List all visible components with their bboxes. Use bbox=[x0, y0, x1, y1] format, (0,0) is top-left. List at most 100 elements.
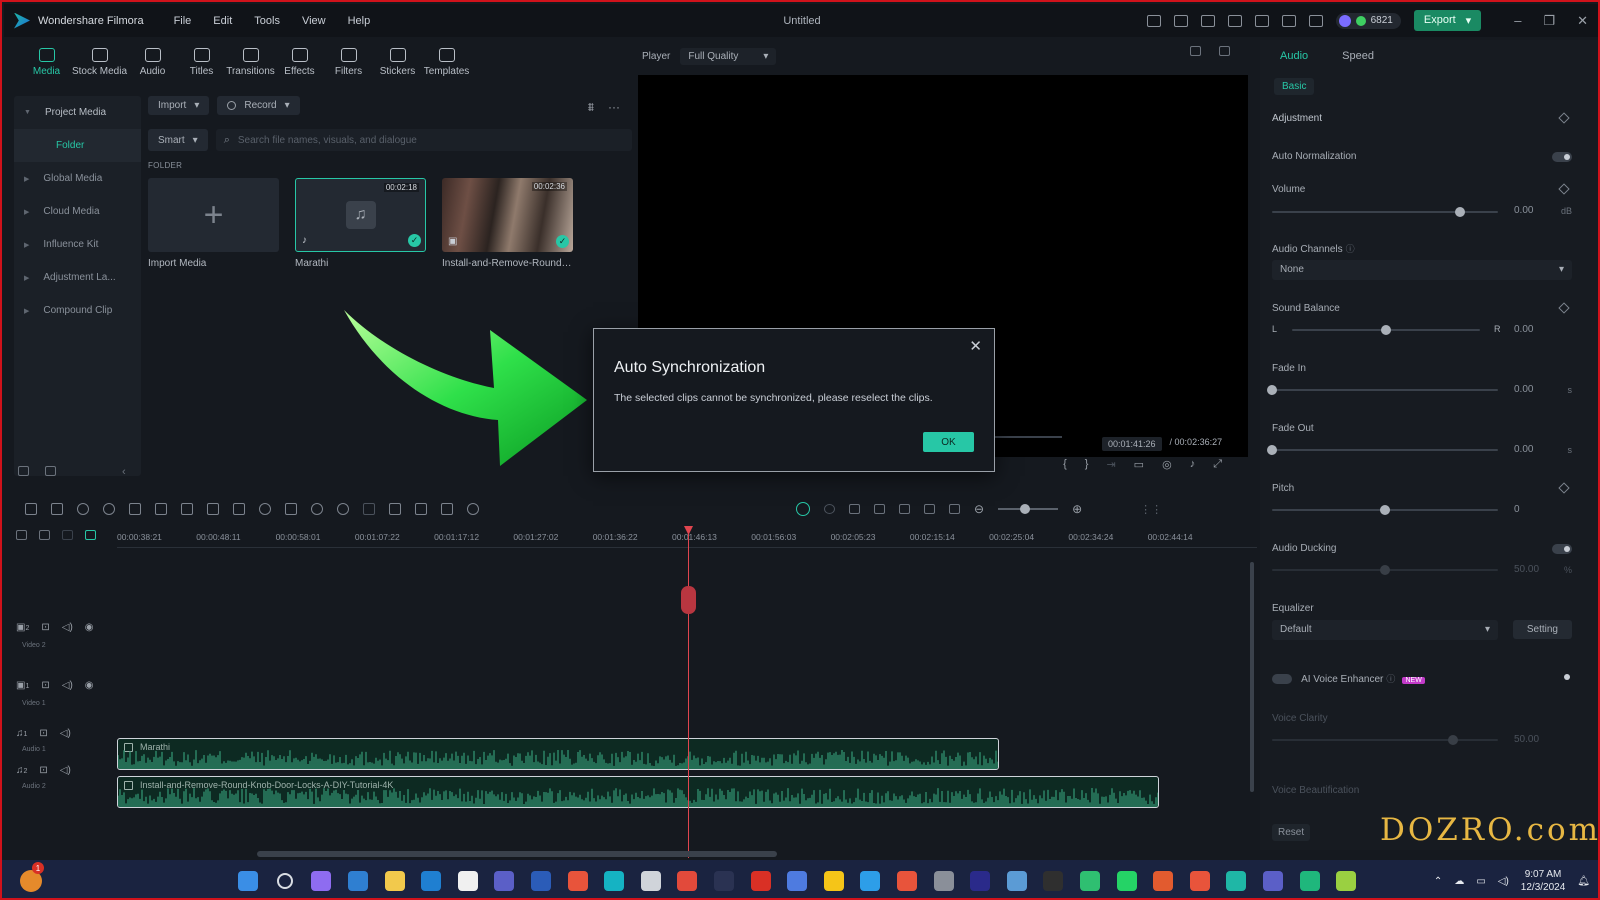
taskbar-app-icon[interactable] bbox=[779, 869, 816, 893]
sidebar-item-global-media[interactable]: ▶ Global Media bbox=[14, 162, 141, 195]
bell-icon[interactable]: 🔔︎ bbox=[1577, 876, 1590, 887]
split-icon[interactable] bbox=[148, 503, 174, 515]
text-tool-icon[interactable] bbox=[200, 503, 226, 515]
playhead-marker[interactable] bbox=[681, 586, 696, 614]
taskbar-app-icon[interactable] bbox=[340, 869, 377, 893]
timeline-ruler[interactable]: 00:00:38:21 00:00:48:11 00:00:58:01 00:01:0… bbox=[117, 530, 1257, 548]
volume-icon[interactable]: ◁) bbox=[1498, 876, 1509, 887]
slider-knob[interactable] bbox=[1381, 325, 1391, 335]
tab-filters[interactable]: Filters bbox=[324, 48, 373, 77]
menu-view[interactable]: View bbox=[302, 15, 326, 27]
keyframe-icon[interactable] bbox=[1558, 112, 1570, 124]
clock[interactable]: 9:07 AM 12/3/2024 bbox=[1521, 868, 1566, 894]
menu-edit[interactable]: Edit bbox=[213, 15, 232, 27]
tab-stock-media[interactable]: Stock Media bbox=[71, 48, 128, 77]
tasks-icon[interactable] bbox=[1173, 14, 1188, 27]
audio-ducking-toggle[interactable] bbox=[1552, 544, 1572, 554]
taskbar-app-icon[interactable] bbox=[486, 869, 523, 893]
sidebar-item-compound-clip[interactable]: ▶ Compound Clip bbox=[14, 294, 141, 327]
mark-out-icon[interactable]: } bbox=[1085, 458, 1089, 471]
ai-voice-toggle[interactable] bbox=[1272, 674, 1292, 685]
ok-button[interactable]: OK bbox=[923, 432, 974, 452]
credits-badge[interactable]: 6821 bbox=[1335, 12, 1401, 29]
taskbar-app-icon[interactable] bbox=[1291, 869, 1328, 893]
zoom-in-icon[interactable]: ⊕ bbox=[1072, 502, 1082, 516]
crop-icon[interactable] bbox=[226, 503, 252, 515]
audio-stretch-icon[interactable] bbox=[382, 503, 408, 515]
vertical-scrollbar[interactable] bbox=[1250, 562, 1254, 792]
taskbar-app-icon[interactable] bbox=[1108, 869, 1145, 893]
image-icon[interactable] bbox=[1219, 46, 1230, 56]
sidebar-item-project-media[interactable]: ▼ Project Media bbox=[14, 96, 141, 129]
equalizer-dropdown[interactable]: Default ▾ bbox=[1272, 620, 1498, 640]
tab-media[interactable]: Media bbox=[22, 48, 71, 77]
search-input[interactable] bbox=[237, 134, 598, 146]
sound-balance-slider[interactable] bbox=[1292, 325, 1480, 335]
keyframe-icon[interactable] bbox=[1558, 302, 1570, 314]
ai-tool-icon[interactable] bbox=[304, 503, 330, 515]
media-tile-install-video[interactable]: 00:02:36 ▣ ✓ Install-and-Remove-Round-..… bbox=[442, 178, 573, 269]
dialog-close-icon[interactable]: ✕ bbox=[969, 337, 982, 355]
taskbar-app-icon[interactable] bbox=[816, 869, 853, 893]
media-tile-marathi[interactable]: 00:02:18 ♫ ♪ ✓ Marathi bbox=[295, 178, 426, 269]
audio-thumb[interactable]: 00:02:18 ♫ ♪ ✓ bbox=[295, 178, 426, 252]
fade-out-value[interactable]: 0.00 bbox=[1514, 444, 1558, 455]
auto-sync-icon[interactable] bbox=[824, 504, 835, 514]
save-icon[interactable] bbox=[1227, 14, 1242, 27]
sidebar-item-cloud-media[interactable]: ▶ Cloud Media bbox=[14, 195, 141, 228]
lock-icon[interactable]: ⊡ bbox=[41, 680, 49, 691]
trim-icon[interactable] bbox=[174, 503, 200, 515]
undo-icon[interactable] bbox=[70, 503, 96, 515]
chevron-down-icon[interactable]: ▾ bbox=[1466, 14, 1472, 27]
tab-titles[interactable]: Titles bbox=[177, 48, 226, 77]
grid-view-icon[interactable] bbox=[1190, 46, 1201, 56]
sidebar-item-influence-kit[interactable]: ▶ Influence Kit bbox=[14, 228, 141, 261]
add-track-icon[interactable] bbox=[16, 530, 27, 540]
redo-icon[interactable] bbox=[96, 503, 122, 515]
link-track-icon[interactable] bbox=[62, 530, 73, 540]
layout-icon[interactable] bbox=[1200, 14, 1215, 27]
shield-icon[interactable] bbox=[849, 504, 860, 514]
freeze-icon[interactable] bbox=[356, 503, 382, 515]
taskbar-app-icon[interactable] bbox=[669, 869, 706, 893]
fade-in-slider[interactable] bbox=[1267, 385, 1498, 395]
collapse-icon[interactable]: ‹ bbox=[122, 466, 126, 478]
tab-templates[interactable]: Templates bbox=[422, 48, 471, 77]
speaker-icon[interactable]: ♪ bbox=[1190, 458, 1196, 471]
mute-icon[interactable]: ◁) bbox=[62, 622, 73, 633]
taskbar-app-icon[interactable] bbox=[706, 869, 743, 893]
fit-timeline-icon[interactable] bbox=[949, 504, 960, 514]
keyframe-icon[interactable] bbox=[1558, 482, 1570, 494]
sidebar-item-folder[interactable]: Folder bbox=[14, 129, 141, 162]
taskbar-app-icon[interactable] bbox=[925, 869, 962, 893]
slider-knob[interactable] bbox=[1380, 565, 1390, 575]
filter-sort-icon[interactable]: ⩩ bbox=[588, 100, 594, 115]
more-options-icon[interactable]: ··· bbox=[608, 100, 620, 115]
picture-in-picture-icon[interactable] bbox=[924, 504, 935, 514]
lock-icon[interactable]: ⊡ bbox=[41, 622, 49, 633]
equalizer-setting-button[interactable]: Setting bbox=[1512, 620, 1572, 639]
tab-transitions[interactable]: Transitions bbox=[226, 48, 275, 77]
eye-icon[interactable]: ◉ bbox=[85, 680, 94, 691]
zoom-out-icon[interactable]: ⊖ bbox=[974, 502, 984, 516]
taskbar-app-icon[interactable] bbox=[742, 869, 779, 893]
speed-icon[interactable] bbox=[330, 503, 356, 515]
tab-basic[interactable]: Basic bbox=[1274, 78, 1315, 95]
slider-knob[interactable] bbox=[1267, 445, 1277, 455]
import-thumb[interactable]: + bbox=[148, 178, 279, 252]
taskbar-app-icon[interactable] bbox=[633, 869, 670, 893]
audio-mixer-icon[interactable] bbox=[899, 504, 910, 514]
taskbar-app-icon[interactable] bbox=[962, 869, 999, 893]
taskbar-app-icon[interactable] bbox=[1145, 869, 1182, 893]
link-icon[interactable] bbox=[460, 503, 486, 515]
new-folder-icon[interactable] bbox=[18, 466, 29, 476]
windows-start-icon[interactable] bbox=[230, 869, 267, 893]
playhead[interactable] bbox=[688, 528, 689, 858]
help-icon[interactable]: ⓘ bbox=[1346, 244, 1355, 254]
pitch-value[interactable]: 0 bbox=[1514, 504, 1558, 515]
volume-value[interactable]: 0.00 bbox=[1514, 205, 1558, 216]
tab-effects[interactable]: Effects bbox=[275, 48, 324, 77]
tab-audio[interactable]: Audio bbox=[128, 48, 177, 77]
color-icon[interactable] bbox=[278, 503, 304, 515]
import-button[interactable]: Import ▾ bbox=[148, 96, 210, 115]
